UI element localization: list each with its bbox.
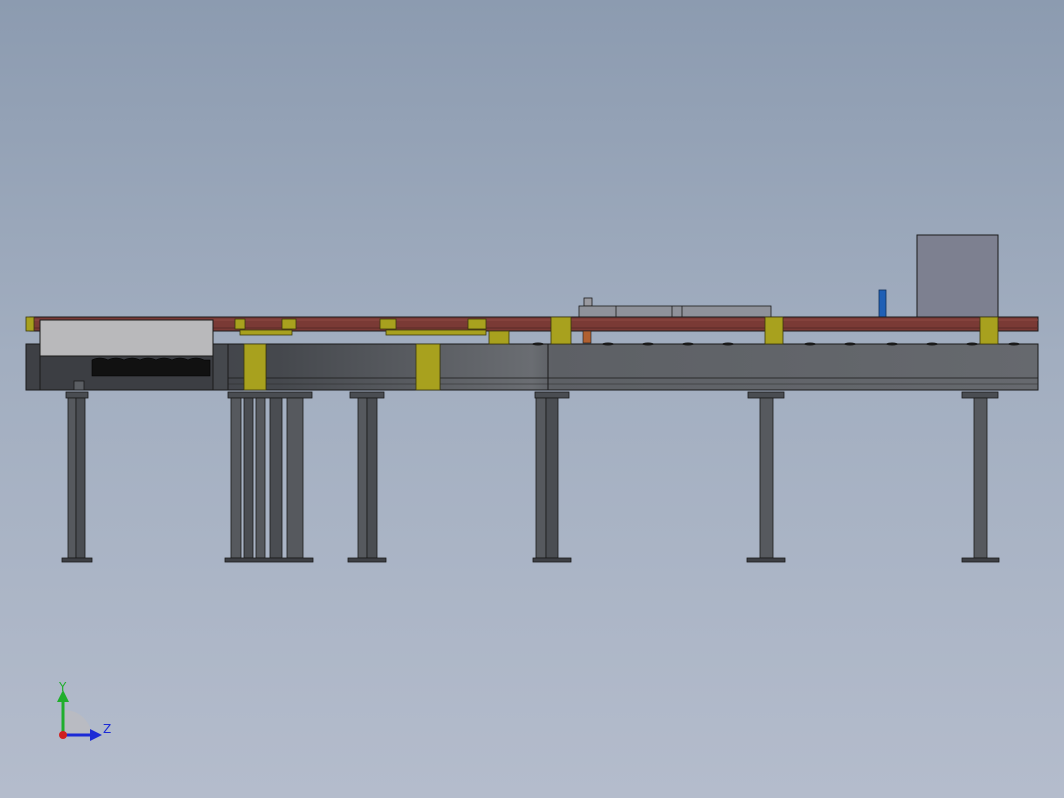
cad-viewport[interactable]: Y Z [0,0,1064,798]
y-axis-label: Y [58,680,67,694]
support-legs [61,391,1000,563]
origin-dot [59,731,67,739]
control-cabinet [916,234,999,318]
sensor-post [878,289,887,318]
z-axis-label: Z [103,722,111,736]
leg-cluster [224,391,314,563]
triad-plane-indicator [63,709,92,735]
axis-triad: Y Z [57,680,111,741]
leg [347,391,387,563]
leg [961,391,1000,563]
transfer-device [578,297,772,319]
leg [61,391,93,563]
leg [532,391,572,563]
infeed-unit [25,319,229,391]
leg [746,391,786,563]
conveyor-model: Y Z [25,234,1039,741]
stopper [582,330,592,344]
z-axis-arrow-icon [90,729,102,741]
